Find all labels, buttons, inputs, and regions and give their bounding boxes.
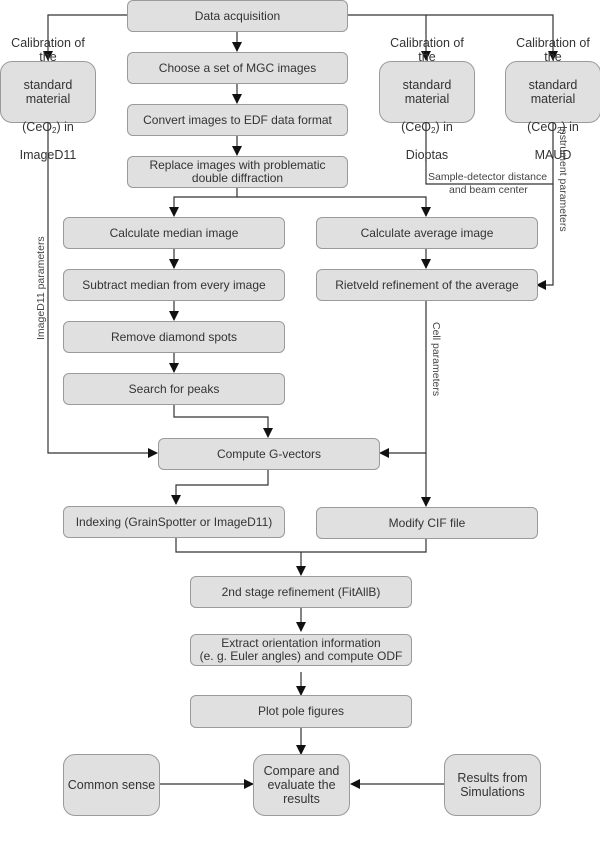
calib-line1: Calibration of the <box>11 36 85 64</box>
node-subtract-median-label: Subtract median from every image <box>82 277 266 292</box>
calibration-imaged11-text: Calibration of the standard material (Ce… <box>1 22 95 162</box>
node-remove-diamond-label: Remove diamond spots <box>110 329 238 344</box>
edge-replace-split-right <box>237 196 431 217</box>
node-search-peaks-label: Search for peaks <box>128 381 220 396</box>
edge-replace-split-left <box>169 187 238 217</box>
node-calc-average[interactable]: Calculate average image <box>316 217 538 249</box>
calib-software-imaged11: ImageD11 <box>19 148 77 162</box>
node-plot-pole-label: Plot pole figures <box>257 704 345 718</box>
node-remove-diamond[interactable]: Remove diamond spots <box>63 321 285 353</box>
node-replace-images[interactable]: Replace images with problematic double d… <box>127 156 348 188</box>
calib-line3-suffix: ) in <box>435 120 453 134</box>
node-compute-gvectors-label: Compute G-vectors <box>216 446 322 461</box>
node-extract-orientation[interactable]: Extract orientation information (e. g. E… <box>190 634 412 666</box>
calib-line3-prefix: (CeO <box>401 120 432 134</box>
calibration-maud-text: Calibration of the standard material (Ce… <box>506 22 600 162</box>
edge-label-sample-detector: Sample-detector distance <box>428 171 548 183</box>
node-compare-evaluate[interactable]: Compare and evaluate the results <box>253 754 350 816</box>
node-convert-edf[interactable]: Convert images to EDF data format <box>127 104 348 136</box>
node-calibration-dioptas[interactable]: Calibration of the standard material (Ce… <box>379 36 475 162</box>
node-data-acquisition-label: Data acquisition <box>194 8 281 23</box>
calibration-dioptas-text: Calibration of the standard material (Ce… <box>380 22 474 162</box>
calib-software-dioptas: Dioptas <box>405 148 449 162</box>
node-modify-cif-label: Modify CIF file <box>388 515 466 530</box>
node-compute-gvectors[interactable]: Compute G-vectors <box>158 438 380 470</box>
node-calc-median[interactable]: Calculate median image <box>63 217 285 249</box>
node-indexing-label: Indexing (GrainSpotter or ImageD11) <box>75 514 273 529</box>
node-choose-images-label: Choose a set of MGC images <box>158 60 317 75</box>
node-compare-evaluate-label: Compare and evaluate the results <box>263 764 340 806</box>
node-common-sense[interactable]: Common sense <box>63 754 160 816</box>
node-calc-average-label: Calculate average image <box>360 225 494 240</box>
node-calibration-imaged11[interactable]: Calibration of the standard material (Ce… <box>0 36 96 162</box>
node-plot-pole[interactable]: Plot pole figures <box>190 695 412 728</box>
node-choose-images[interactable]: Choose a set of MGC images <box>127 52 348 84</box>
node-replace-images-label: Replace images with problematic double d… <box>149 158 326 185</box>
calib-line3-prefix: (CeO <box>527 120 558 134</box>
calib-line2: standard material <box>528 78 578 106</box>
edge-label-cell-params: Cell parameters <box>430 322 442 397</box>
node-rietveld-label: Rietveld refinement of the average <box>335 277 519 292</box>
edge-gvectors-to-indexing <box>171 470 269 505</box>
edge-indexing-merge <box>175 537 427 553</box>
node-common-sense-label: Common sense <box>67 778 156 792</box>
node-data-acquisition[interactable]: Data acquisition <box>127 0 348 32</box>
calib-line3-suffix: ) in <box>56 120 74 134</box>
node-indexing[interactable]: Indexing (GrainSpotter or ImageD11) <box>63 506 285 538</box>
edge-search-to-gvectors <box>173 404 273 438</box>
node-second-stage[interactable]: 2nd stage refinement (FitAllB) <box>190 576 412 608</box>
node-second-stage-label: 2nd stage refinement (FitAllB) <box>221 584 381 599</box>
node-results-simulations-label: Results from Simulations <box>457 771 528 799</box>
node-subtract-median[interactable]: Subtract median from every image <box>63 269 285 301</box>
calib-line1: Calibration of the <box>390 36 464 64</box>
calib-line2: standard material <box>402 78 452 106</box>
node-rietveld[interactable]: Rietveld refinement of the average <box>316 269 538 301</box>
edge-label-beam-center: and beam center <box>449 184 528 196</box>
calib-line3-prefix: (CeO <box>22 120 53 134</box>
node-results-simulations[interactable]: Results from Simulations <box>444 754 541 816</box>
node-search-peaks[interactable]: Search for peaks <box>63 373 285 405</box>
node-convert-edf-label: Convert images to EDF data format <box>143 112 332 127</box>
node-calc-median-label: Calculate median image <box>109 225 239 240</box>
calib-line1: Calibration of the <box>516 36 590 64</box>
edge-label-imaged11-params: ImageD11 parameters <box>35 236 47 340</box>
calib-line2: standard material <box>23 78 73 106</box>
edge-label-instrument-params: Instrument parameters <box>557 126 569 232</box>
node-modify-cif[interactable]: Modify CIF file <box>316 507 538 539</box>
node-extract-orientation-label: Extract orientation information (e. g. E… <box>199 636 403 663</box>
node-calibration-maud[interactable]: Calibration of the standard material (Ce… <box>505 36 600 162</box>
